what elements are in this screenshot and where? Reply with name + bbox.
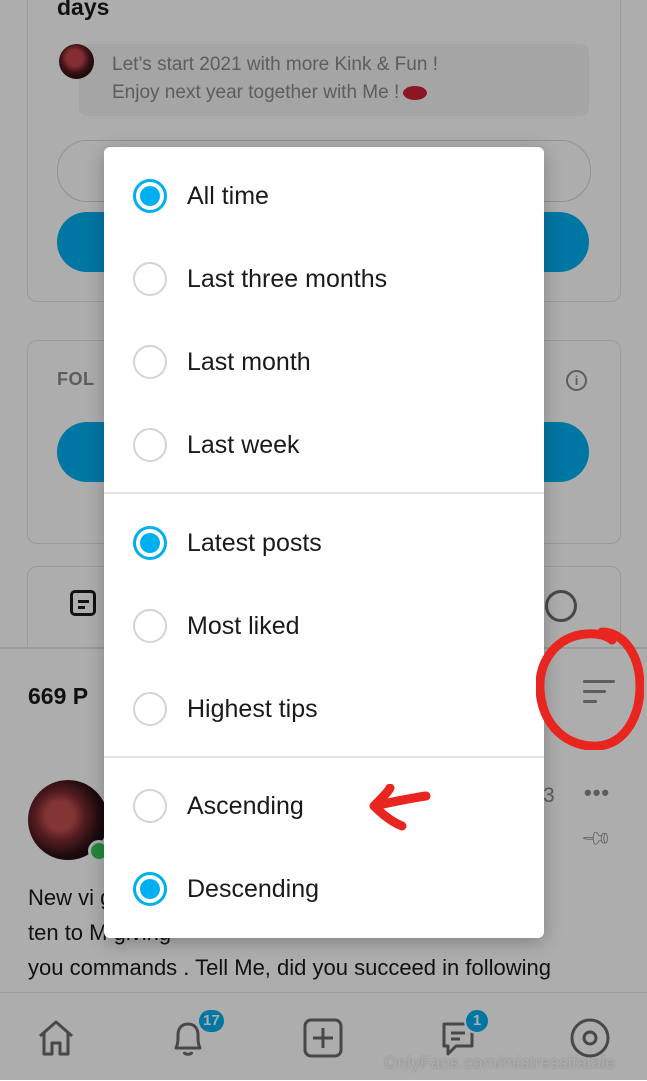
option-label: Latest posts [187, 528, 322, 557]
radio-unselected-icon[interactable] [133, 691, 167, 726]
option-last-month[interactable]: Last month [104, 320, 544, 403]
red-circle-annotation [536, 627, 644, 750]
option-descending[interactable]: Descending [104, 847, 544, 930]
radio-unselected-icon[interactable] [133, 788, 167, 823]
sort-options-menu: All time Last three months Last month Last … [104, 147, 544, 938]
radio-selected-icon[interactable] [133, 178, 167, 213]
option-latest-posts[interactable]: Latest posts [104, 501, 544, 584]
radio-unselected-icon[interactable] [133, 261, 167, 296]
option-last-week[interactable]: Last week [104, 403, 544, 486]
option-label: Most liked [187, 611, 300, 640]
option-label: Last month [187, 347, 311, 376]
radio-selected-icon[interactable] [133, 871, 167, 906]
menu-divider [104, 756, 544, 758]
option-most-liked[interactable]: Most liked [104, 584, 544, 667]
option-label: Highest tips [187, 694, 318, 723]
option-last-three-months[interactable]: Last three months [104, 237, 544, 320]
radio-unselected-icon[interactable] [133, 344, 167, 379]
option-label: Last three months [187, 264, 388, 293]
radio-unselected-icon[interactable] [133, 427, 167, 462]
option-label: Ascending [187, 791, 304, 820]
option-ascending[interactable]: Ascending [104, 764, 544, 847]
option-highest-tips[interactable]: Highest tips [104, 667, 544, 750]
option-label: Last week [187, 430, 300, 459]
option-label: All time [187, 181, 269, 210]
red-arrow-annotation [369, 784, 431, 831]
option-label: Descending [187, 874, 320, 903]
radio-selected-icon[interactable] [133, 525, 167, 560]
radio-unselected-icon[interactable] [133, 608, 167, 643]
option-all-time[interactable]: All time [104, 154, 544, 237]
menu-divider [104, 492, 544, 494]
